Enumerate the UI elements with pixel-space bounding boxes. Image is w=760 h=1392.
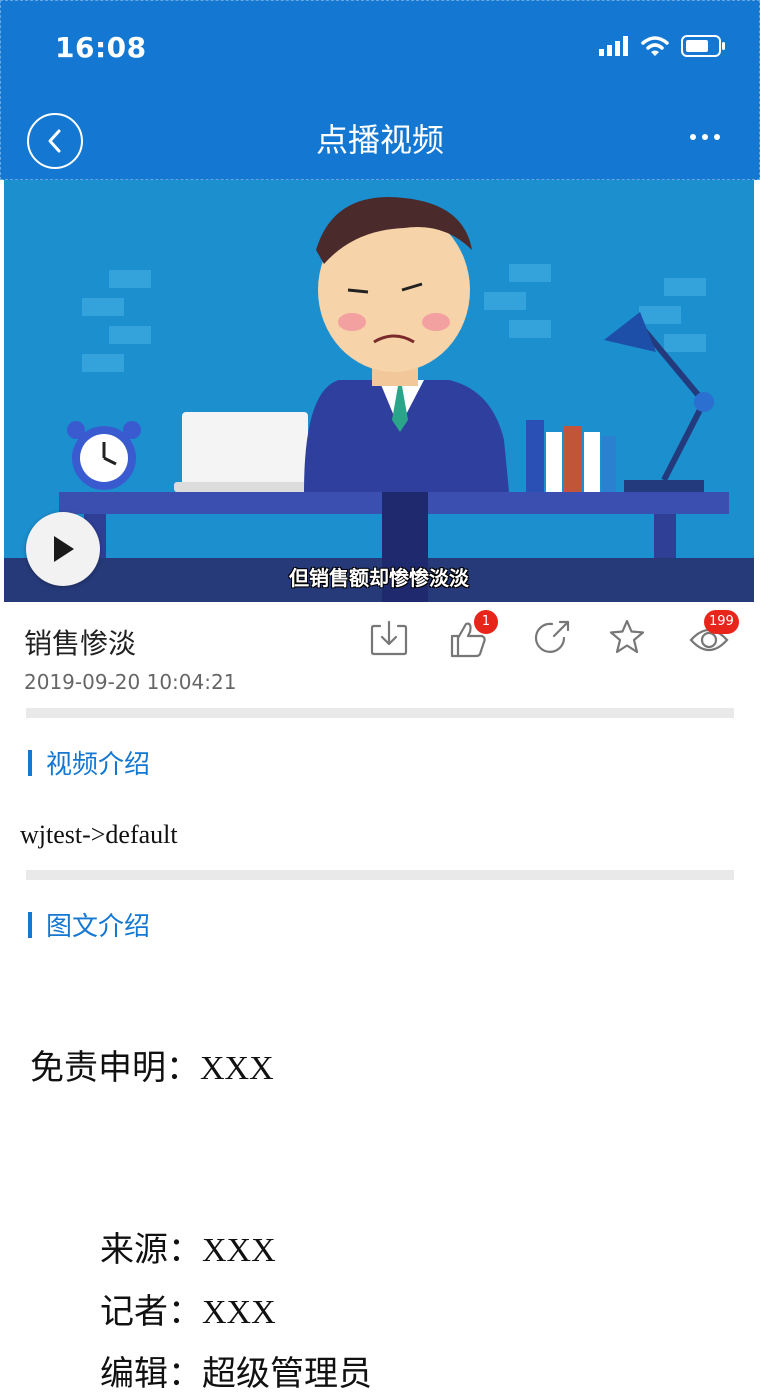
source-line: 来源：XXX <box>100 1222 276 1271</box>
more-button[interactable] <box>681 113 729 161</box>
rich-intro-heading: 图文介绍 <box>28 906 150 943</box>
reporter-line: 记者：XXX <box>100 1284 276 1333</box>
editor-label: 编辑： <box>100 1354 202 1392</box>
source-value: XXX <box>202 1232 276 1269</box>
download-icon <box>370 620 408 656</box>
divider <box>26 708 734 718</box>
share-button[interactable] <box>532 616 578 662</box>
disclaimer-label: 免责申明： <box>30 1048 200 1088</box>
view-button[interactable]: 199 <box>688 610 739 662</box>
video-intro-text: wjtest->default <box>20 820 178 849</box>
favorite-button[interactable] <box>606 616 652 662</box>
editor-line: 编辑：超级管理员 <box>100 1346 372 1392</box>
more-icon <box>690 134 696 140</box>
editor-value: 超级管理员 <box>202 1354 372 1392</box>
video-subtitle: 但销售额却惨惨淡淡 <box>289 566 469 590</box>
disclaimer-line: 免责申明：XXX <box>30 1040 274 1089</box>
source-label: 来源： <box>100 1230 202 1270</box>
video-intro-heading-text: 视频介绍 <box>46 750 151 780</box>
divider <box>26 870 734 880</box>
download-button[interactable] <box>368 616 414 662</box>
app-header: 16:08 点播视频 <box>0 0 760 180</box>
favorite-icon <box>609 619 645 654</box>
like-button[interactable]: 1 <box>448 610 498 662</box>
view-count-badge: 199 <box>704 610 739 634</box>
disclaimer-value: XXX <box>200 1050 274 1087</box>
battery-icon <box>681 35 725 57</box>
video-player[interactable]: 但销售额却惨惨淡淡 <box>4 180 754 602</box>
like-count-badge: 1 <box>474 610 498 634</box>
play-icon <box>54 536 74 562</box>
page-title: 点播视频 <box>315 121 444 159</box>
signal-icon <box>599 36 628 56</box>
action-bar: 1 199 <box>0 610 760 666</box>
reporter-label: 记者： <box>100 1292 202 1332</box>
rich-intro-heading-text: 图文介绍 <box>46 912 151 942</box>
video-thumbnail <box>4 180 754 602</box>
video-intro-heading: 视频介绍 <box>28 744 150 781</box>
status-time: 16:08 <box>55 31 147 64</box>
wifi-icon <box>641 36 669 56</box>
video-date: 2019-09-20 10:04:21 <box>24 670 237 694</box>
share-icon <box>534 620 570 653</box>
status-icons <box>599 35 727 57</box>
reporter-value: XXX <box>202 1294 276 1331</box>
